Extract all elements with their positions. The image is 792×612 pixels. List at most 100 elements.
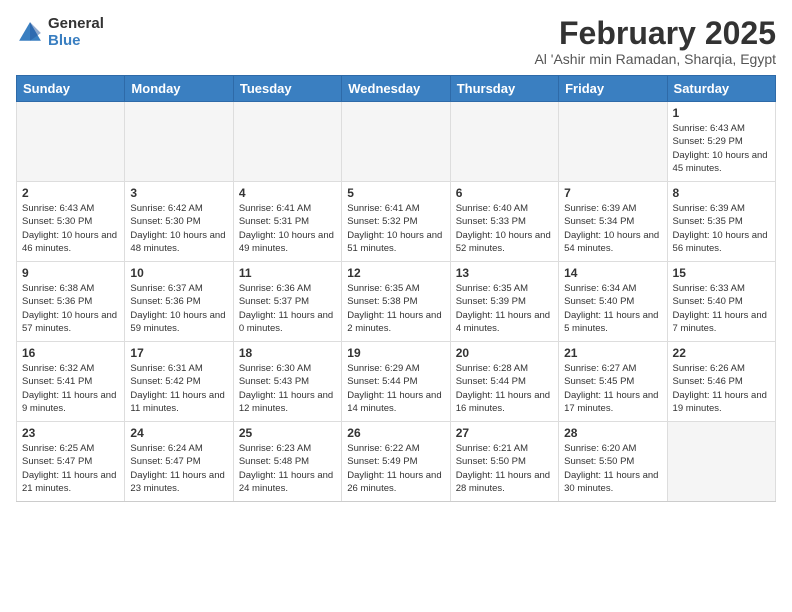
day-number: 21 (564, 346, 661, 360)
calendar-day-cell: 27Sunrise: 6:21 AM Sunset: 5:50 PM Dayli… (450, 422, 558, 502)
calendar-day-cell: 19 Sunrise: 6:29 AM Sunset: 5:44 PM Dayli… (342, 342, 450, 422)
weekday-header: Monday (125, 76, 233, 102)
calendar-header-row: SundayMondayTuesdayWednesdayThursdayFrid… (17, 76, 776, 102)
day-number: 22 (673, 346, 770, 360)
title-block: February 2025 Al 'Ashir min Ramadan, Sha… (534, 16, 776, 67)
day-number: 8 (673, 186, 770, 200)
day-number: 12 (347, 266, 444, 280)
calendar-week-row: 1 Sunrise: 6:43 AM Sunset: 5:29 PM Daylig… (17, 102, 776, 182)
weekday-header: Friday (559, 76, 667, 102)
day-info: Sunrise: 6:21 AM Sunset: 5:50 PM Dayligh… (456, 442, 553, 495)
calendar-day-cell: 4 Sunrise: 6:41 AM Sunset: 5:31 PM Daylig… (233, 182, 341, 262)
day-info: Sunrise: 6:32 AM Sunset: 5:41 PM Dayligh… (22, 362, 119, 415)
day-number: 23 (22, 426, 119, 440)
calendar-day-cell (233, 102, 341, 182)
day-info: Sunrise: 6:38 AM Sunset: 5:36 PM Dayligh… (22, 282, 119, 335)
calendar-day-cell: 13 Sunrise: 6:35 AM Sunset: 5:39 PM Dayli… (450, 262, 558, 342)
day-number: 6 (456, 186, 553, 200)
calendar-day-cell (17, 102, 125, 182)
calendar-table: SundayMondayTuesdayWednesdayThursdayFrid… (16, 75, 776, 502)
calendar-week-row: 9 Sunrise: 6:38 AM Sunset: 5:36 PM Daylig… (17, 262, 776, 342)
day-number: 15 (673, 266, 770, 280)
month-title: February 2025 (534, 16, 776, 51)
calendar-day-cell: 22Sunrise: 6:26 AM Sunset: 5:46 PM Dayli… (667, 342, 775, 422)
day-number: 13 (456, 266, 553, 280)
day-info: Sunrise: 6:20 AM Sunset: 5:50 PM Dayligh… (564, 442, 661, 495)
day-number: 18 (239, 346, 336, 360)
day-number: 26 (347, 426, 444, 440)
day-info: Sunrise: 6:43 AM Sunset: 5:29 PM Dayligh… (673, 122, 770, 175)
logo-icon (16, 19, 44, 47)
day-number: 14 (564, 266, 661, 280)
logo-blue-label: Blue (48, 33, 104, 50)
day-info: Sunrise: 6:43 AM Sunset: 5:30 PM Dayligh… (22, 202, 119, 255)
calendar-day-cell: 8 Sunrise: 6:39 AM Sunset: 5:35 PM Daylig… (667, 182, 775, 262)
day-info: Sunrise: 6:35 AM Sunset: 5:39 PM Dayligh… (456, 282, 553, 335)
calendar-day-cell (125, 102, 233, 182)
logo-text: General Blue (48, 16, 104, 49)
day-number: 25 (239, 426, 336, 440)
calendar-day-cell: 11 Sunrise: 6:36 AM Sunset: 5:37 PM Dayli… (233, 262, 341, 342)
location-subtitle: Al 'Ashir min Ramadan, Sharqia, Egypt (534, 51, 776, 67)
day-number: 11 (239, 266, 336, 280)
calendar-day-cell: 9 Sunrise: 6:38 AM Sunset: 5:36 PM Daylig… (17, 262, 125, 342)
calendar-day-cell (667, 422, 775, 502)
day-info: Sunrise: 6:39 AM Sunset: 5:35 PM Dayligh… (673, 202, 770, 255)
day-info: Sunrise: 6:27 AM Sunset: 5:45 PM Dayligh… (564, 362, 661, 415)
day-number: 24 (130, 426, 227, 440)
day-info: Sunrise: 6:36 AM Sunset: 5:37 PM Dayligh… (239, 282, 336, 335)
day-info: Sunrise: 6:25 AM Sunset: 5:47 PM Dayligh… (22, 442, 119, 495)
calendar-day-cell: 25 Sunrise: 6:23 AM Sunset: 5:48 PM Dayli… (233, 422, 341, 502)
calendar-day-cell: 2 Sunrise: 6:43 AM Sunset: 5:30 PM Daylig… (17, 182, 125, 262)
day-info: Sunrise: 6:28 AM Sunset: 5:44 PM Dayligh… (456, 362, 553, 415)
calendar-day-cell: 1 Sunrise: 6:43 AM Sunset: 5:29 PM Daylig… (667, 102, 775, 182)
calendar-day-cell: 10Sunrise: 6:37 AM Sunset: 5:36 PM Dayli… (125, 262, 233, 342)
day-number: 4 (239, 186, 336, 200)
weekday-header: Sunday (17, 76, 125, 102)
day-number: 20 (456, 346, 553, 360)
day-number: 19 (347, 346, 444, 360)
calendar-day-cell: 21 Sunrise: 6:27 AM Sunset: 5:45 PM Dayli… (559, 342, 667, 422)
calendar-week-row: 2 Sunrise: 6:43 AM Sunset: 5:30 PM Daylig… (17, 182, 776, 262)
day-info: Sunrise: 6:41 AM Sunset: 5:31 PM Dayligh… (239, 202, 336, 255)
logo: General Blue (16, 16, 104, 49)
day-info: Sunrise: 6:40 AM Sunset: 5:33 PM Dayligh… (456, 202, 553, 255)
weekday-header: Thursday (450, 76, 558, 102)
calendar-day-cell: 23 Sunrise: 6:25 AM Sunset: 5:47 PM Dayli… (17, 422, 125, 502)
calendar-day-cell: 7Sunrise: 6:39 AM Sunset: 5:34 PM Daylig… (559, 182, 667, 262)
calendar-day-cell: 28 Sunrise: 6:20 AM Sunset: 5:50 PM Dayli… (559, 422, 667, 502)
day-info: Sunrise: 6:29 AM Sunset: 5:44 PM Dayligh… (347, 362, 444, 415)
day-number: 28 (564, 426, 661, 440)
day-info: Sunrise: 6:30 AM Sunset: 5:43 PM Dayligh… (239, 362, 336, 415)
day-number: 17 (130, 346, 227, 360)
calendar-day-cell (450, 102, 558, 182)
day-info: Sunrise: 6:22 AM Sunset: 5:49 PM Dayligh… (347, 442, 444, 495)
day-info: Sunrise: 6:33 AM Sunset: 5:40 PM Dayligh… (673, 282, 770, 335)
day-number: 10 (130, 266, 227, 280)
calendar-day-cell: 17 Sunrise: 6:31 AM Sunset: 5:42 PM Dayli… (125, 342, 233, 422)
calendar-day-cell: 3 Sunrise: 6:42 AM Sunset: 5:30 PM Daylig… (125, 182, 233, 262)
weekday-header: Wednesday (342, 76, 450, 102)
day-number: 9 (22, 266, 119, 280)
calendar-day-cell (342, 102, 450, 182)
calendar-day-cell: 12Sunrise: 6:35 AM Sunset: 5:38 PM Dayli… (342, 262, 450, 342)
day-info: Sunrise: 6:42 AM Sunset: 5:30 PM Dayligh… (130, 202, 227, 255)
day-number: 3 (130, 186, 227, 200)
day-number: 5 (347, 186, 444, 200)
calendar-day-cell: 6 Sunrise: 6:40 AM Sunset: 5:33 PM Daylig… (450, 182, 558, 262)
day-info: Sunrise: 6:23 AM Sunset: 5:48 PM Dayligh… (239, 442, 336, 495)
day-number: 16 (22, 346, 119, 360)
day-number: 2 (22, 186, 119, 200)
calendar-day-cell: 18 Sunrise: 6:30 AM Sunset: 5:43 PM Dayli… (233, 342, 341, 422)
calendar-day-cell: 20 Sunrise: 6:28 AM Sunset: 5:44 PM Dayli… (450, 342, 558, 422)
day-info: Sunrise: 6:31 AM Sunset: 5:42 PM Dayligh… (130, 362, 227, 415)
weekday-header: Saturday (667, 76, 775, 102)
calendar-week-row: 16 Sunrise: 6:32 AM Sunset: 5:41 PM Dayli… (17, 342, 776, 422)
day-info: Sunrise: 6:34 AM Sunset: 5:40 PM Dayligh… (564, 282, 661, 335)
logo-general-label: General (48, 16, 104, 33)
calendar-week-row: 23 Sunrise: 6:25 AM Sunset: 5:47 PM Dayli… (17, 422, 776, 502)
day-info: Sunrise: 6:39 AM Sunset: 5:34 PM Dayligh… (564, 202, 661, 255)
day-info: Sunrise: 6:24 AM Sunset: 5:47 PM Dayligh… (130, 442, 227, 495)
page-header: General Blue February 2025 Al 'Ashir min… (16, 16, 776, 67)
day-number: 1 (673, 106, 770, 120)
